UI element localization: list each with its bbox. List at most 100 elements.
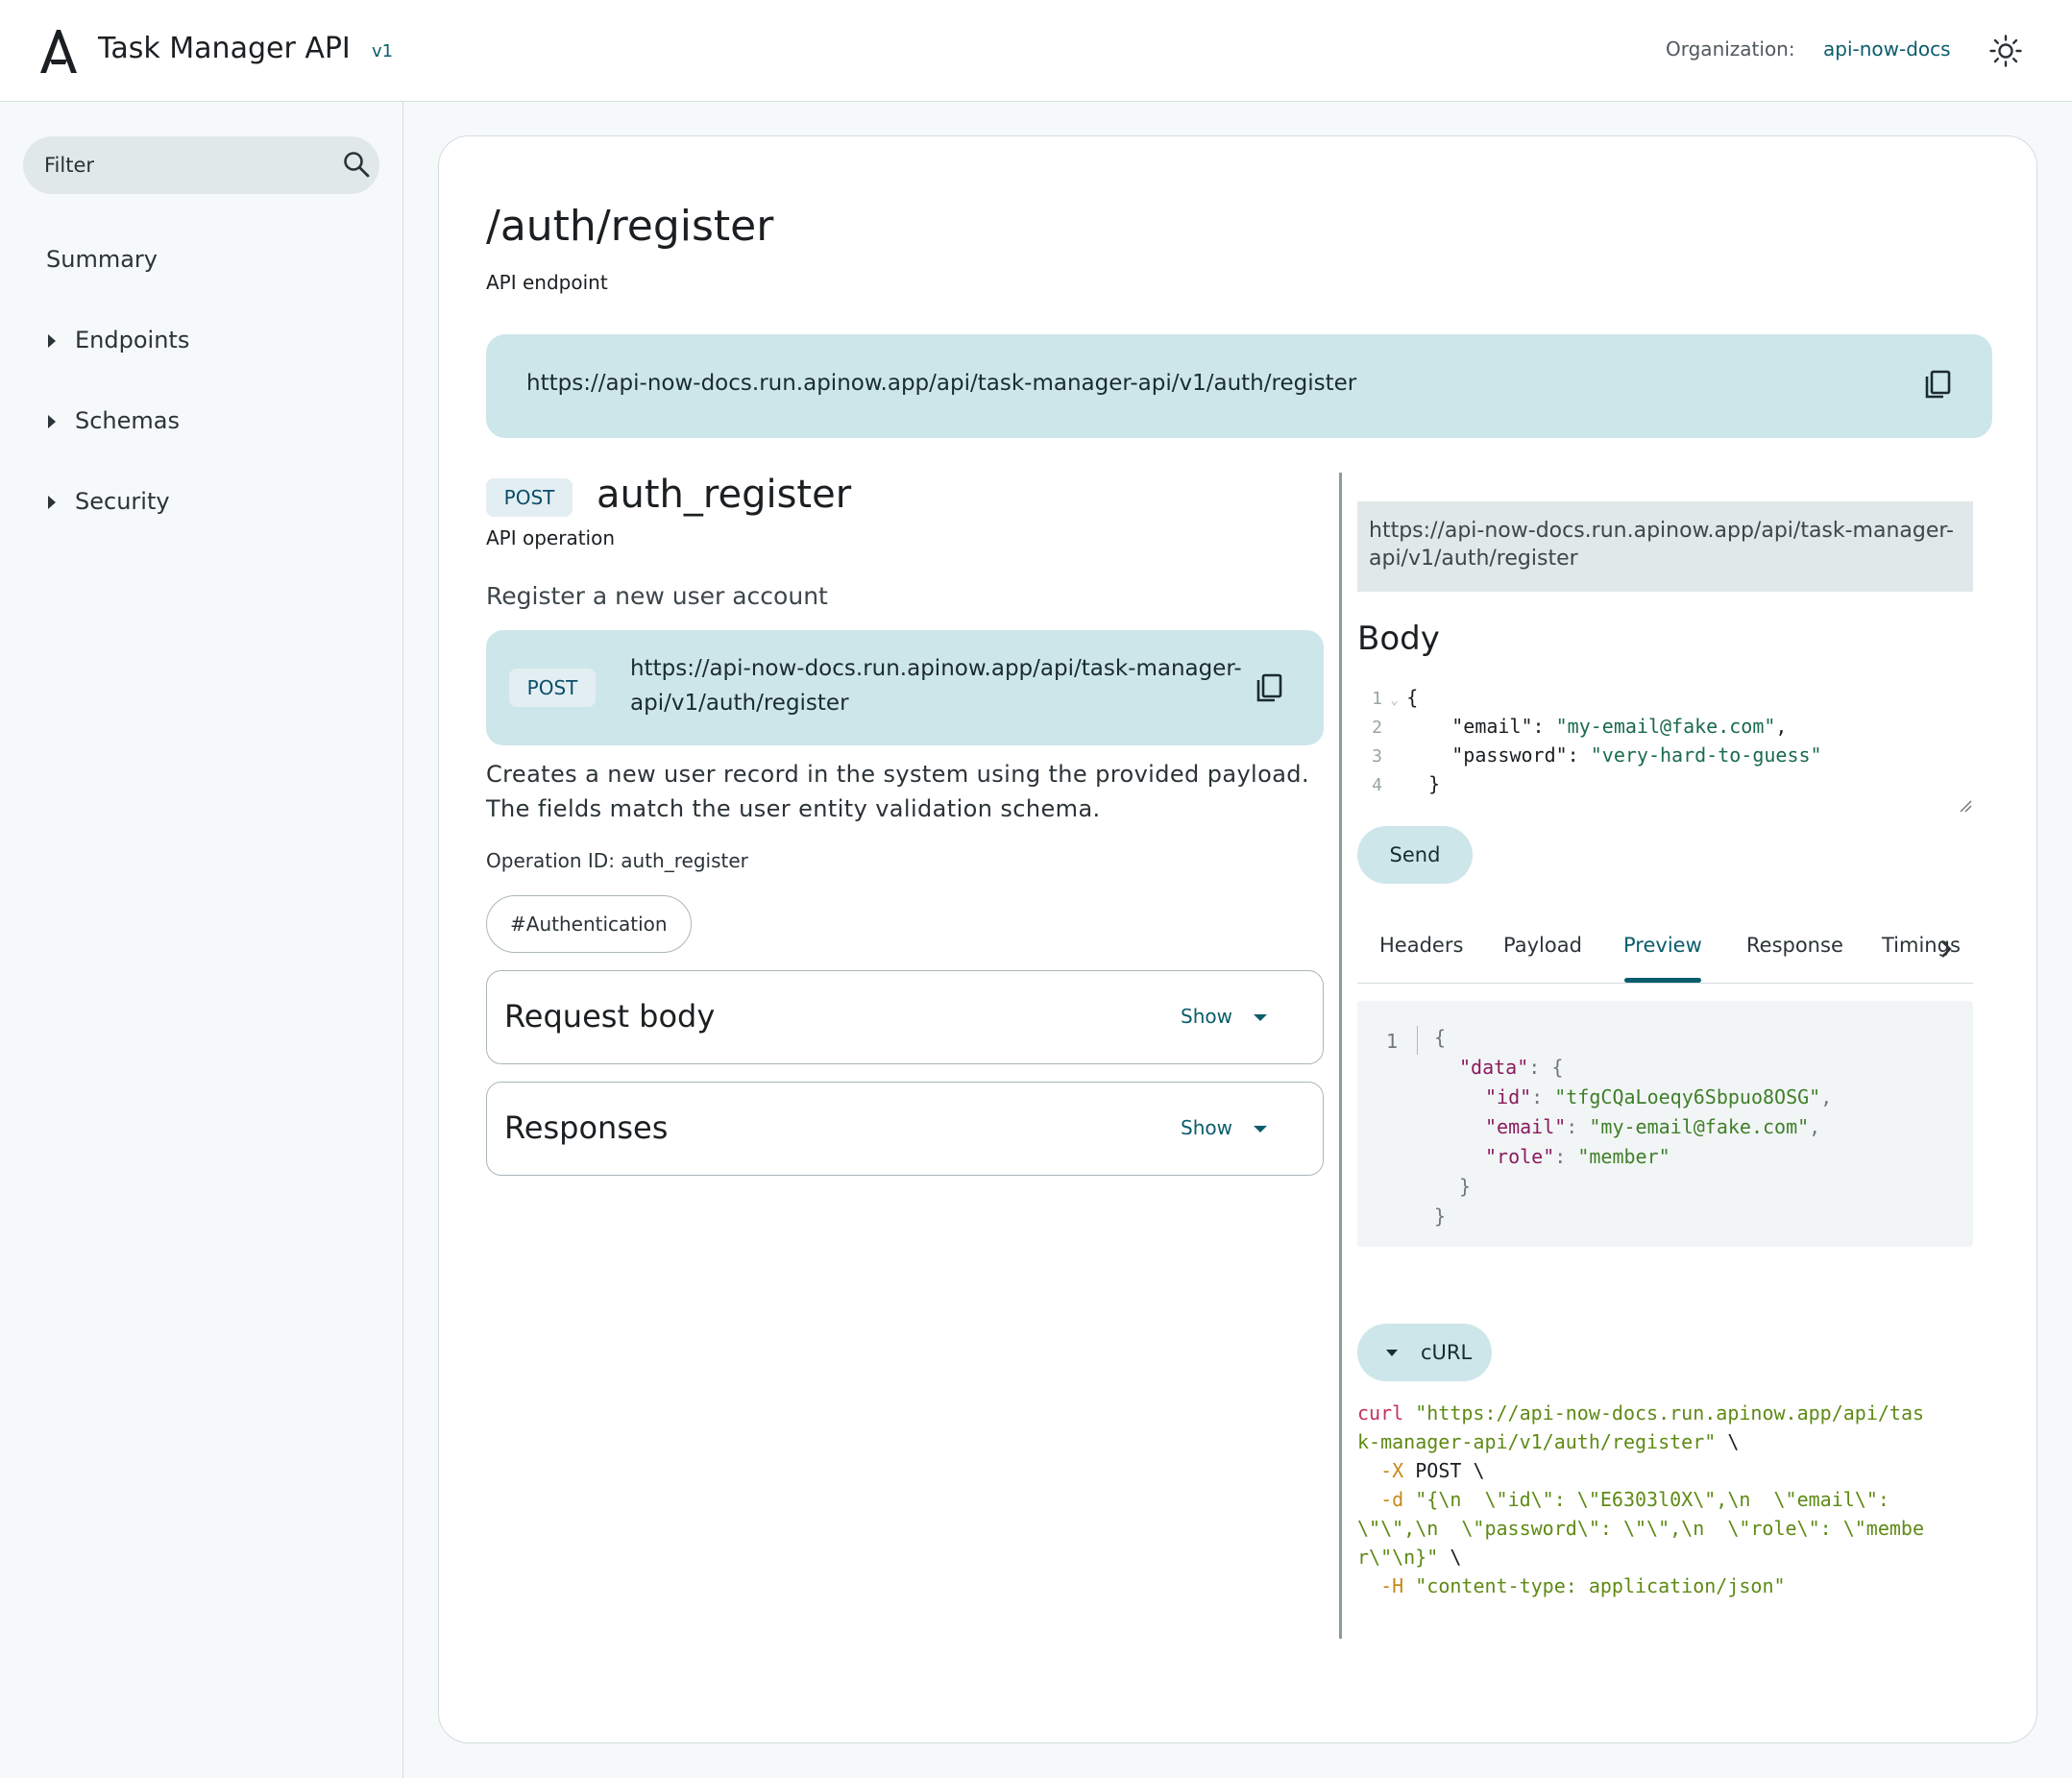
sidebar: Summary Endpoints Schemas Security [0,102,403,1778]
line-number: 1 [1372,689,1382,709]
chevron-right-icon[interactable] [1939,939,1953,959]
code-string: "{\n \"id\": \"E6303l0X\",\n \"email\": [1415,1488,1889,1511]
code-punct: { [1434,1026,1447,1049]
code-string: "content-type: application/json" [1415,1574,1786,1597]
body-editor[interactable]: 1 ⌄ { 2 "email": "my-email@fake.com", 3 … [1357,686,1973,813]
request-body-show-button[interactable]: Show [1181,1005,1267,1028]
code-punct: : [1554,1145,1578,1168]
code-line: } [1434,1205,1446,1233]
code-punct: , [1809,1115,1821,1138]
code-string: "my-email@fake.com" [1555,715,1776,738]
caret-down-icon [1253,1126,1267,1133]
code-string: "my-email@fake.com" [1589,1115,1810,1138]
tab-headers[interactable]: Headers [1379,934,1463,957]
operation-summary: Register a new user account [486,582,828,610]
sidebar-item-label: Endpoints [75,327,190,353]
code-string: "https://api-now-docs.run.apinow.app/api… [1415,1401,1925,1425]
code-string: "very-hard-to-guess" [1590,743,1822,767]
code-flag: -d [1380,1488,1404,1511]
code-punct: : [1531,1085,1555,1108]
sidebar-item-endpoints[interactable]: Endpoints [25,327,189,353]
search-icon[interactable] [342,150,371,179]
app-title: Task Manager API [98,32,351,65]
responses-show-button[interactable]: Show [1181,1116,1267,1139]
tab-response[interactable]: Response [1746,934,1843,957]
code-string: k-manager-api/v1/auth/register" [1357,1430,1717,1453]
organization-link[interactable]: api-now-docs [1823,37,1951,61]
code-line: "email": "my-email@fake.com", [1485,1115,1820,1144]
curl-label: cURL [1421,1341,1473,1364]
code-key: "email" [1485,1115,1567,1138]
code-key: "data" [1459,1056,1529,1079]
operation-url: https://api-now-docs.run.apinow.app/api/… [630,656,1242,716]
version-badge: v1 [372,41,394,61]
curl-toggle-button[interactable]: cURL [1357,1324,1492,1381]
line-number: 2 [1372,718,1382,738]
code-key: "role" [1485,1145,1555,1168]
body-title: Body [1357,620,1440,658]
code-line: "id": "tfgCQaLoeqy6Sbpuo8OSG", [1485,1085,1832,1114]
operation-label: API operation [486,526,616,549]
code-line: 1 ⌄ { [1357,686,1418,715]
column-divider [1339,473,1342,1639]
code-line: 4 } [1357,772,1440,801]
tag-chip-authentication[interactable]: #Authentication [486,895,692,953]
page-title: /auth/register [486,202,774,251]
endpoint-url: https://api-now-docs.run.apinow.app/api/… [526,371,1357,396]
code-text: } [1428,772,1441,795]
operation-url-box: POST https://api-now-docs.run.apinow.app… [486,630,1324,745]
code-line: 3 "password": "very-hard-to-guess" [1357,743,1822,772]
tab-payload[interactable]: Payload [1503,934,1582,957]
code-flag: -H [1380,1574,1404,1597]
code-text: POST [1415,1459,1462,1482]
code-punct: : [1566,1115,1590,1138]
code-line: { [1434,1026,1446,1055]
top-bar: Task Manager API v1 Organization: api-no… [0,0,2072,102]
sidebar-item-label: Summary [46,246,158,273]
line-number: 3 [1372,746,1382,767]
send-button[interactable]: Send [1357,826,1473,884]
code-punct: , [1820,1085,1833,1108]
response-tabs: Headers Payload Preview Response Timings [1357,905,1973,984]
a-logo-icon[interactable] [37,27,81,75]
resize-grip-icon[interactable] [1959,799,1972,813]
code-string: r\"\n}" [1357,1546,1439,1569]
endpoint-card: /auth/register API endpoint https://api-… [438,135,2037,1743]
caret-right-icon [48,334,56,348]
curl-snippet: curl "https://api-now-docs.run.apinow.ap… [1357,1399,1973,1600]
filter-input[interactable] [42,136,330,194]
show-label: Show [1181,1005,1232,1028]
code-punct: : { [1528,1056,1564,1079]
method-badge: POST [486,478,573,517]
responses-panel: Responses Show [486,1082,1324,1176]
code-punct: : [1567,743,1591,767]
caret-right-icon [48,496,56,509]
sun-icon[interactable] [1989,35,2022,67]
code-line: } [1459,1175,1471,1204]
tab-preview[interactable]: Preview [1623,934,1702,957]
code-punct: : [1532,715,1556,738]
copy-icon[interactable] [1255,672,1283,703]
code-string: "tfgCQaLoeqy6Sbpuo8OSG" [1554,1085,1821,1108]
operation-description: Creates a new user record in the system … [486,761,1309,822]
sidebar-item-schemas[interactable]: Schemas [25,407,180,434]
request-url: https://api-now-docs.run.apinow.app/api/… [1357,501,1973,592]
caret-right-icon [48,415,56,428]
code-flag: -X [1380,1459,1404,1482]
sidebar-item-summary[interactable]: Summary [46,246,158,273]
copy-icon[interactable] [1923,369,1952,400]
sidebar-item-security[interactable]: Security [25,488,170,515]
method-badge: POST [509,669,596,707]
code-punct: \ [1438,1546,1462,1569]
line-number: 1 [1386,1030,1399,1053]
code-punct: , [1775,715,1788,738]
caret-down-icon [1253,1014,1267,1021]
code-punct: } [1434,1205,1447,1228]
code-punct: \ [1461,1459,1485,1482]
code-string: "member" [1577,1145,1670,1168]
code-command: curl [1357,1401,1404,1425]
fold-icon[interactable]: ⌄ [1382,693,1406,708]
sidebar-item-label: Security [75,488,170,515]
code-line: "data": { [1459,1056,1563,1084]
operation-name: auth_register [597,473,852,517]
